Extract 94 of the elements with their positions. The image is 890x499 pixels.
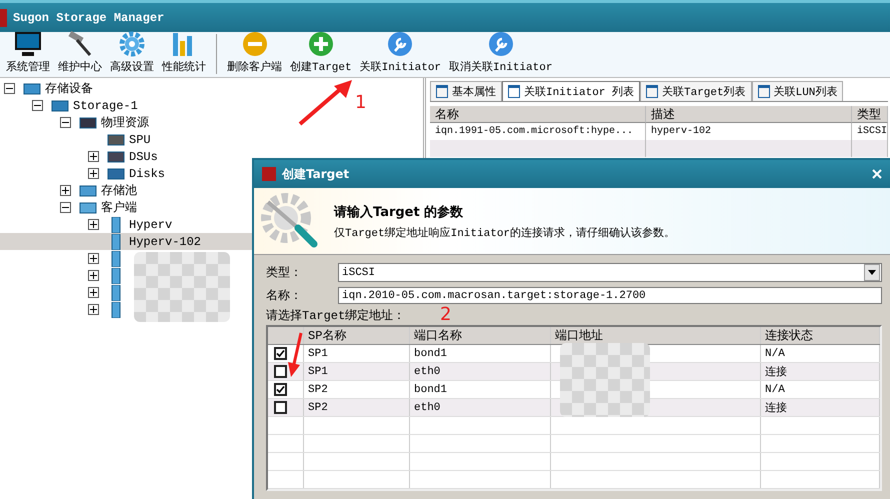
prompt-label: 请选择Target绑定地址： bbox=[266, 308, 406, 325]
expand-icon[interactable] bbox=[88, 253, 99, 264]
table-cell: bond1 bbox=[410, 381, 551, 398]
tree-label: 客户端 bbox=[101, 200, 137, 216]
tree-label: 物理资源 bbox=[101, 115, 149, 131]
monitor-icon bbox=[14, 31, 42, 57]
checkbox[interactable] bbox=[274, 383, 287, 396]
expand-icon[interactable] bbox=[88, 219, 99, 230]
table-cell: eth0 bbox=[410, 363, 551, 380]
device-icon bbox=[79, 200, 97, 216]
toolbar-button[interactable]: 删除客户端 bbox=[223, 31, 286, 74]
tree-label: SPU bbox=[129, 132, 151, 146]
tree-item[interactable]: 物理资源 bbox=[0, 114, 149, 131]
app-icon bbox=[0, 8, 7, 26]
collapse-icon[interactable] bbox=[60, 117, 71, 128]
tree-item[interactable]: Storage-1 bbox=[0, 97, 138, 114]
toolbar-button[interactable]: 取消关联Initiator bbox=[445, 31, 556, 74]
column-header[interactable]: 类型 bbox=[852, 106, 888, 123]
dialog-heading: 请输入Target 的参数 bbox=[334, 204, 464, 220]
table-cell: eth0 bbox=[410, 399, 551, 416]
tree-label: 存储设备 bbox=[45, 81, 93, 97]
tree-label: Disks bbox=[129, 166, 166, 180]
expand-icon[interactable] bbox=[88, 304, 99, 315]
tree-label: DSUs bbox=[129, 150, 158, 164]
tab[interactable]: 基本属性 bbox=[430, 81, 502, 101]
expand-icon[interactable] bbox=[60, 185, 71, 196]
device-icon bbox=[107, 166, 125, 182]
table-cell: SP2 bbox=[304, 399, 410, 416]
tree-item[interactable]: 存储池 bbox=[0, 182, 137, 199]
device-icon bbox=[23, 80, 41, 96]
expand-icon[interactable] bbox=[88, 270, 99, 281]
plus-icon bbox=[306, 31, 335, 57]
name-input[interactable]: iqn.2010-05.com.macrosan.target:storage-1.2700 bbox=[338, 287, 882, 304]
toolbar-button[interactable]: 系统管理 bbox=[2, 31, 54, 74]
type-dropdown[interactable]: iSCSI bbox=[338, 263, 882, 282]
column-header[interactable]: 名称 bbox=[430, 106, 646, 123]
collapse-icon[interactable] bbox=[4, 83, 15, 94]
tree-item[interactable]: DSUs bbox=[0, 148, 158, 165]
device-icon bbox=[79, 114, 97, 130]
expand-icon[interactable] bbox=[88, 168, 99, 179]
tree-label: Storage-1 bbox=[73, 98, 138, 112]
tree-item[interactable]: 存储设备 bbox=[0, 80, 93, 97]
table-cell: SP2 bbox=[304, 381, 410, 398]
window-title: Sugon Storage Manager bbox=[13, 10, 164, 24]
collapse-icon[interactable] bbox=[60, 202, 71, 213]
toolbar-button[interactable]: 性能统计 bbox=[158, 31, 210, 74]
checkbox[interactable] bbox=[274, 347, 287, 360]
column-header[interactable]: 端口名称 bbox=[410, 327, 551, 344]
hammer-icon bbox=[66, 31, 94, 57]
field-label: 类型： bbox=[266, 265, 303, 281]
toolbar-button[interactable]: 高级设置 bbox=[106, 31, 158, 74]
field-label: 名称： bbox=[266, 288, 303, 304]
table-cell: 连接 bbox=[761, 363, 880, 380]
tree-item[interactable]: Hyperv bbox=[0, 216, 172, 233]
collapse-icon[interactable] bbox=[32, 100, 43, 111]
column-header[interactable]: 连接状态 bbox=[761, 327, 880, 344]
annotation-number: 2 bbox=[440, 304, 452, 325]
device-icon bbox=[107, 132, 125, 148]
toolbar-button[interactable]: 关联Initiator bbox=[356, 31, 446, 74]
tree-label: Hyperv bbox=[129, 218, 172, 232]
table-cell: bond1 bbox=[410, 345, 551, 362]
checkbox[interactable] bbox=[274, 365, 287, 378]
tree-label: 存储池 bbox=[101, 183, 137, 199]
column-header[interactable]: 描述 bbox=[646, 106, 852, 123]
wrench-icon bbox=[486, 31, 515, 57]
close-icon[interactable] bbox=[872, 169, 882, 179]
toolbar-button[interactable]: 创建Target bbox=[286, 31, 356, 74]
tree-item[interactable]: Disks bbox=[0, 165, 166, 182]
table-cell: N/A bbox=[761, 345, 880, 362]
wrench-icon bbox=[386, 31, 414, 57]
table-cell: SP1 bbox=[304, 345, 410, 362]
app-icon bbox=[262, 167, 276, 181]
table-cell: 连接 bbox=[761, 399, 880, 416]
tab[interactable]: 关联Target列表 bbox=[640, 81, 752, 101]
gear-icon bbox=[118, 31, 146, 57]
table-cell: SP1 bbox=[304, 363, 410, 380]
annotation-arrow bbox=[287, 332, 303, 378]
annotation-number: 1 bbox=[355, 92, 366, 113]
tree-label: Hyperv-102 bbox=[129, 234, 202, 248]
device-icon bbox=[107, 148, 125, 164]
expand-icon[interactable] bbox=[88, 151, 99, 162]
dialog-title: 创建Target bbox=[282, 166, 350, 182]
tab[interactable]: 关联Initiator 列表 bbox=[502, 81, 640, 101]
device-icon bbox=[79, 182, 97, 198]
toolbar-button[interactable]: 维护中心 bbox=[54, 31, 106, 74]
column-header[interactable]: SP名称 bbox=[304, 327, 410, 344]
tree-item[interactable]: 客户端 bbox=[0, 199, 137, 216]
expand-icon[interactable] bbox=[88, 287, 99, 298]
tree-item[interactable]: SPU bbox=[0, 131, 151, 148]
device-icon bbox=[51, 98, 69, 114]
checkbox[interactable] bbox=[274, 401, 287, 414]
table-cell: N/A bbox=[761, 381, 880, 398]
minus-icon bbox=[240, 31, 268, 57]
tab[interactable]: 关联LUN列表 bbox=[752, 81, 844, 101]
